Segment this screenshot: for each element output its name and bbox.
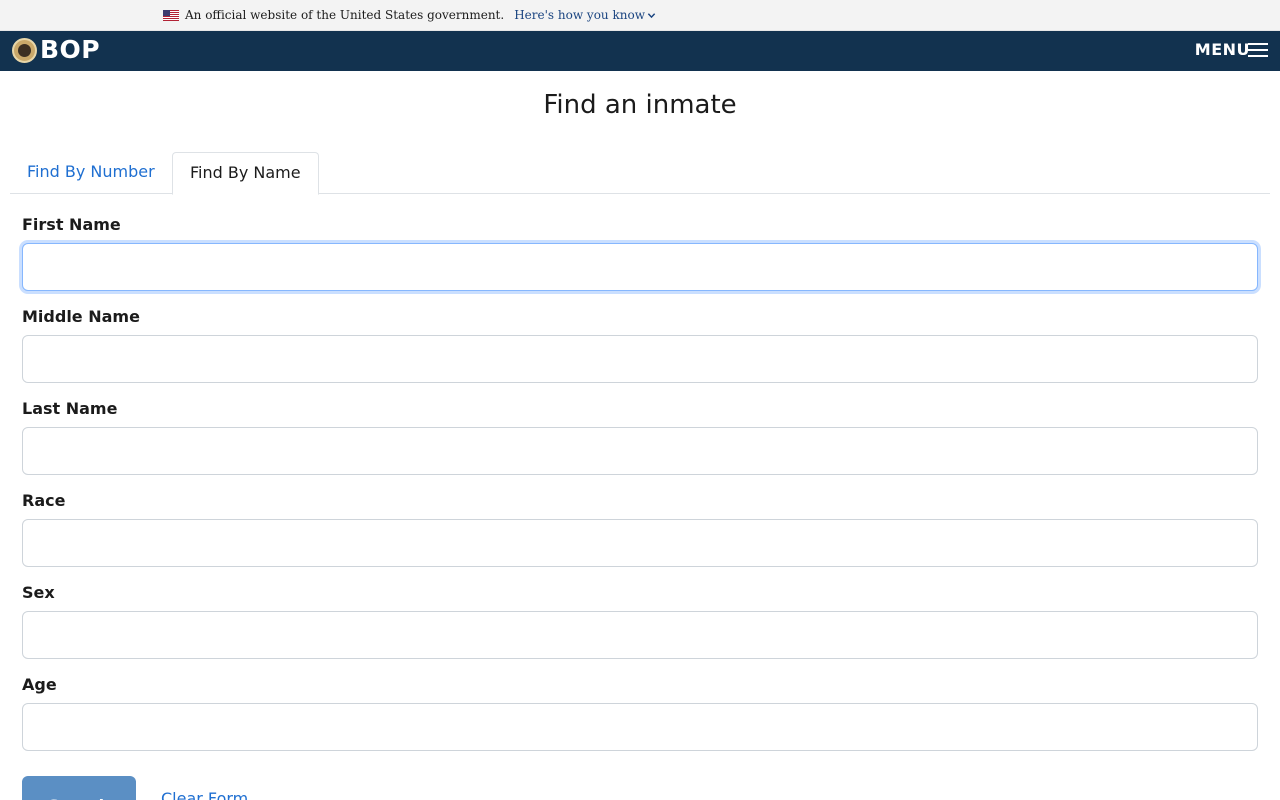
race-input[interactable] — [22, 519, 1258, 567]
search-tabs: Find By Number Find By Name — [10, 152, 1270, 195]
age-label: Age — [22, 675, 57, 694]
last-name-label: Last Name — [22, 399, 118, 418]
middle-name-label: Middle Name — [22, 307, 140, 326]
last-name-input[interactable] — [22, 427, 1258, 475]
sex-input[interactable] — [22, 611, 1258, 659]
gov-banner-text: An official website of the United States… — [185, 8, 505, 22]
clear-form-link[interactable]: Clear Form — [161, 789, 248, 800]
menu-button[interactable]: MENU — [1195, 40, 1268, 59]
menu-label: MENU — [1194, 40, 1250, 59]
site-header: BOP MENU — [0, 31, 1280, 71]
first-name-input[interactable] — [22, 243, 1258, 291]
how-you-know-label: Here's how you know — [514, 8, 645, 22]
us-flag-icon — [163, 9, 179, 21]
seal-center — [18, 44, 31, 57]
gov-banner-content: An official website of the United States… — [163, 8, 656, 22]
race-label: Race — [22, 491, 66, 510]
how-you-know-link[interactable]: Here's how you know — [514, 8, 656, 22]
first-name-label: First Name — [22, 215, 121, 234]
tab-find-by-name[interactable]: Find By Name — [172, 152, 319, 195]
bop-seal-icon[interactable] — [12, 38, 37, 63]
tab-find-by-number[interactable]: Find By Number — [10, 152, 172, 194]
chevron-down-icon — [647, 12, 656, 18]
hamburger-icon — [1248, 42, 1268, 57]
sex-label: Sex — [22, 583, 55, 602]
middle-name-input[interactable] — [22, 335, 1258, 383]
brand-logo-text[interactable]: BOP — [40, 35, 100, 64]
gov-banner: An official website of the United States… — [0, 0, 1280, 31]
search-button[interactable]: Search — [22, 776, 136, 800]
age-input[interactable] — [22, 703, 1258, 751]
page-title: Find an inmate — [543, 90, 737, 120]
